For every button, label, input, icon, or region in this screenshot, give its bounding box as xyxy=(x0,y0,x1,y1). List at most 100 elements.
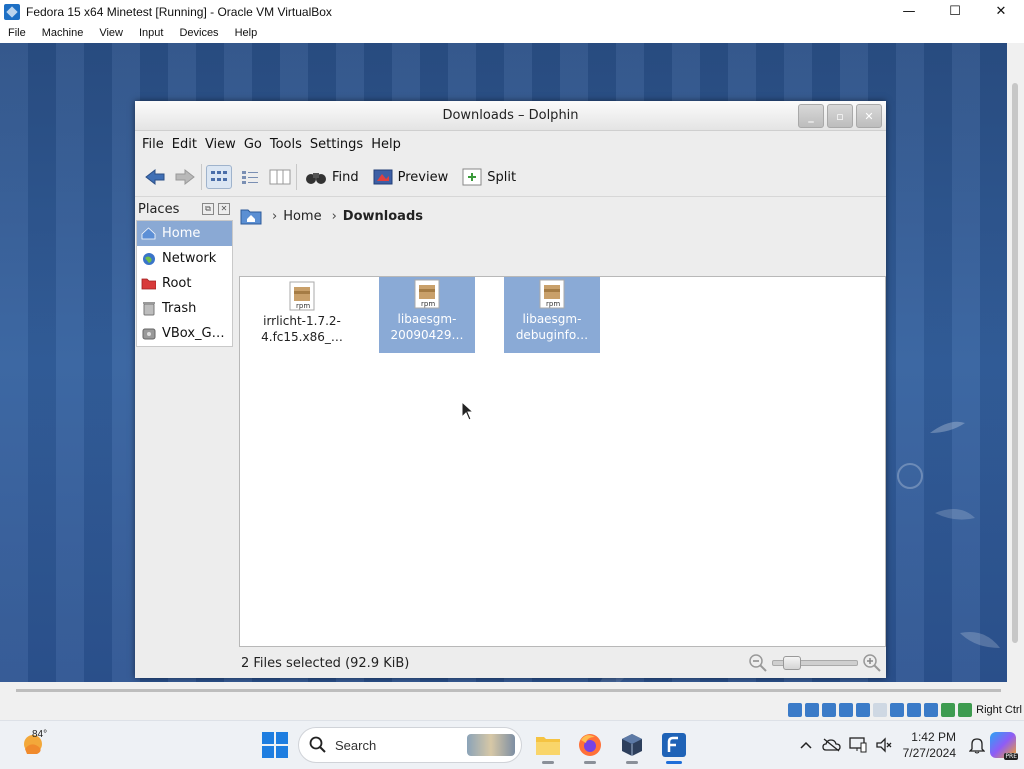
places-item-vbox[interactable]: VBox_G… xyxy=(137,321,232,346)
virtualbox-titlebar: Fedora 15 x64 Minetest [Running] - Oracl… xyxy=(0,0,1024,23)
icons-view-button[interactable] xyxy=(206,165,232,189)
close-button[interactable]: ✕ xyxy=(978,0,1024,23)
file-item-selected[interactable]: rpm libaesgm- 20090429… xyxy=(379,277,475,353)
zoom-slider[interactable] xyxy=(772,656,858,670)
preview-button[interactable]: Preview xyxy=(369,162,453,192)
back-button[interactable] xyxy=(143,166,167,188)
zoom-in-icon[interactable] xyxy=(862,653,882,673)
find-button[interactable]: Find xyxy=(301,162,363,192)
taskbar-virtualbox[interactable] xyxy=(616,729,648,764)
split-label: Split xyxy=(487,169,517,185)
dolphin-titlebar[interactable]: Downloads – Dolphin _ ▫ ✕ xyxy=(135,101,886,131)
split-button[interactable]: Split xyxy=(458,162,520,192)
windows-start-icon[interactable] xyxy=(262,732,288,758)
minimize-button[interactable]: — xyxy=(886,0,932,23)
menu-input[interactable]: Input xyxy=(131,27,171,39)
guest-desktop[interactable]: Downloads – Dolphin _ ▫ ✕ File Edit View… xyxy=(0,43,1007,682)
places-close-icon[interactable]: ✕ xyxy=(218,203,230,215)
dolphin-menu-go[interactable]: Go xyxy=(244,137,262,152)
places-panel: Places ⧉ ✕ Home Network Root Trash VBox_… xyxy=(136,198,233,678)
bell-icon[interactable] xyxy=(964,735,990,755)
cpu-icon[interactable] xyxy=(924,703,939,717)
scrollbar-thumb[interactable] xyxy=(1012,83,1018,643)
taskbar-fedora-vm[interactable] xyxy=(658,729,690,764)
network-adapter-icon[interactable] xyxy=(839,703,854,717)
system-tray: 1:42 PM 7/27/2024 PRE xyxy=(793,721,1024,769)
vm-device-icons xyxy=(788,703,973,717)
details-view-button[interactable] xyxy=(238,166,262,188)
maximize-button[interactable]: ☐ xyxy=(932,0,978,23)
preview-icon xyxy=(373,169,393,185)
hard-disk-icon[interactable] xyxy=(788,703,803,717)
file-item[interactable]: rpm irrlicht-1.7.2- 4.fc15.x86_… xyxy=(254,279,350,355)
rpm-package-icon: rpm xyxy=(289,281,315,311)
taskbar-search[interactable]: Search xyxy=(298,727,522,763)
taskbar-firefox[interactable] xyxy=(574,729,606,764)
vertical-scrollbar[interactable] xyxy=(1007,43,1024,682)
menu-help[interactable]: Help xyxy=(227,27,266,39)
zoom-slider-handle[interactable] xyxy=(783,656,801,670)
horizontal-scrollbar[interactable] xyxy=(0,682,1024,700)
weather-temperature: 84° xyxy=(32,729,48,740)
menu-view[interactable]: View xyxy=(91,27,131,39)
windows-taskbar: 84° Search 1:42 PM 7/27/2024 PRE xyxy=(0,720,1024,769)
chevron-up-icon[interactable] xyxy=(793,735,819,755)
file-view[interactable]: rpm irrlicht-1.7.2- 4.fc15.x86_… rpm lib… xyxy=(239,276,886,647)
monitor-icon[interactable] xyxy=(845,735,871,755)
onedrive-off-icon[interactable] xyxy=(819,735,845,755)
recording-icon[interactable] xyxy=(907,703,922,717)
binoculars-icon xyxy=(306,173,326,184)
dolphin-menu-tools[interactable]: Tools xyxy=(270,137,302,152)
svg-text:rpm: rpm xyxy=(296,302,310,310)
dolphin-menu-view[interactable]: View xyxy=(205,137,236,152)
scrollbar-thumb[interactable] xyxy=(16,689,1001,692)
optical-drive-icon[interactable] xyxy=(805,703,820,717)
shared-folders-icon[interactable] xyxy=(873,703,888,717)
menu-devices[interactable]: Devices xyxy=(171,27,226,39)
system-clock[interactable]: 1:42 PM 7/27/2024 xyxy=(903,729,956,761)
places-header: Places ⧉ ✕ xyxy=(136,198,233,220)
dolphin-maximize-button[interactable]: ▫ xyxy=(827,104,853,128)
columns-view-button[interactable] xyxy=(268,166,292,188)
places-item-trash[interactable]: Trash xyxy=(137,296,232,321)
forward-button[interactable] xyxy=(173,166,197,188)
menu-machine[interactable]: Machine xyxy=(34,27,92,39)
taskbar-apps: Search xyxy=(262,727,690,764)
places-item-root[interactable]: Root xyxy=(137,271,232,296)
clock-date: 7/27/2024 xyxy=(902,746,956,760)
audio-icon[interactable] xyxy=(822,703,837,717)
folder-home-icon[interactable] xyxy=(240,207,262,225)
copilot-icon[interactable]: PRE xyxy=(990,732,1018,760)
taskbar-file-explorer[interactable] xyxy=(532,729,564,764)
dolphin-menu-file[interactable]: File xyxy=(142,137,164,152)
dolphin-close-button[interactable]: ✕ xyxy=(856,104,882,128)
split-icon xyxy=(462,168,482,186)
rpm-package-icon: rpm xyxy=(539,279,565,309)
file-item-selected[interactable]: rpm libaesgm- debuginfo… xyxy=(504,277,600,353)
places-item-home[interactable]: Home xyxy=(137,221,232,246)
mouse-integration-icon[interactable] xyxy=(958,703,973,717)
file-name: 4.fc15.x86_… xyxy=(261,330,343,344)
dolphin-menu-help[interactable]: Help xyxy=(371,137,401,152)
menu-file[interactable]: File xyxy=(0,27,34,39)
home-icon xyxy=(141,226,156,241)
places-item-network[interactable]: Network xyxy=(137,246,232,271)
host-key-label: Right Ctrl xyxy=(976,704,1022,716)
drive-icon xyxy=(141,326,156,341)
places-float-icon[interactable]: ⧉ xyxy=(202,203,214,215)
volume-muted-icon[interactable] xyxy=(871,735,897,755)
display-icon[interactable] xyxy=(890,703,905,717)
dolphin-menu-edit[interactable]: Edit xyxy=(172,137,197,152)
places-item-label: Network xyxy=(162,251,217,266)
dolphin-minimize-button[interactable]: _ xyxy=(798,104,824,128)
guest-additions-icon[interactable] xyxy=(941,703,956,717)
dolphin-menu-settings[interactable]: Settings xyxy=(310,137,363,152)
zoom-out-icon[interactable] xyxy=(748,653,768,673)
clock-time: 1:42 PM xyxy=(911,730,956,744)
rpm-package-icon: rpm xyxy=(414,279,440,309)
breadcrumb-current[interactable]: Downloads xyxy=(343,209,423,224)
places-list: Home Network Root Trash VBox_G… xyxy=(136,220,233,347)
network-icon xyxy=(141,251,156,266)
usb-icon[interactable] xyxy=(856,703,871,717)
breadcrumb-home[interactable]: Home xyxy=(283,209,321,224)
